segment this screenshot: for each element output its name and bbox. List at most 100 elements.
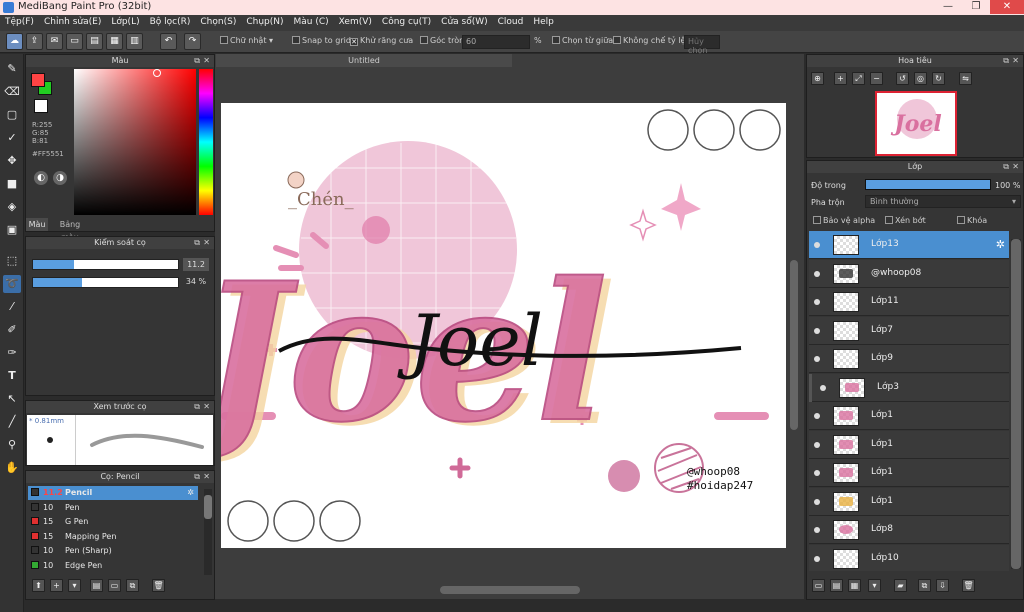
- maximize-button[interactable]: ❐: [962, 0, 990, 14]
- flip-icon[interactable]: ⇋: [959, 72, 972, 85]
- layer-folder-icon[interactable]: ▰: [894, 579, 907, 592]
- layer-row[interactable]: Lớp3: [809, 373, 1009, 402]
- add-brush-cloud-icon[interactable]: ⬆: [32, 579, 45, 592]
- layer-row[interactable]: Lớp7: [809, 316, 1009, 345]
- visibility-eye-icon[interactable]: [814, 555, 820, 562]
- menu-file[interactable]: Tệp(F): [0, 15, 39, 29]
- hand-tool-icon[interactable]: ✋: [3, 459, 21, 477]
- fill-rect-tool-icon[interactable]: ■: [3, 175, 21, 193]
- brush-list-item[interactable]: 10 Pen: [28, 501, 198, 515]
- chat-icon[interactable]: ✉: [46, 33, 63, 50]
- add-layer-menu-icon[interactable]: ▾: [868, 579, 881, 592]
- layer-row[interactable]: Lớp13 ✲: [809, 231, 1009, 259]
- new-layer-icon[interactable]: ▭: [812, 579, 825, 592]
- menu-view[interactable]: Xem(V): [334, 15, 377, 29]
- layer-row[interactable]: Lớp1: [809, 459, 1009, 487]
- close-panel-icon[interactable]: ✕: [1012, 55, 1019, 67]
- brush-list-item[interactable]: 10 Edge Pen: [28, 559, 198, 573]
- brush-opacity-slider[interactable]: [32, 277, 179, 288]
- detach-icon[interactable]: ⧉: [194, 237, 200, 249]
- minimize-button[interactable]: —: [934, 0, 962, 14]
- folder-icon[interactable]: ▭: [108, 579, 121, 592]
- protect-alpha-checkbox[interactable]: Bảo vệ alpha: [813, 216, 875, 225]
- delete-icon[interactable]: 🗑: [152, 579, 165, 592]
- lock-checkbox[interactable]: Khóa: [957, 216, 987, 225]
- redo-icon[interactable]: ↷: [184, 33, 201, 50]
- menu-layer[interactable]: Lớp(L): [106, 15, 144, 29]
- menu-edit[interactable]: Chỉnh sửa(E): [39, 15, 106, 29]
- select-eraser-tool-icon[interactable]: ✑: [3, 344, 21, 362]
- bucket-tool-icon[interactable]: ◈: [3, 198, 21, 216]
- menu-color[interactable]: Màu (C): [289, 15, 334, 29]
- text-tool-icon[interactable]: T: [3, 367, 21, 385]
- color-picker-handle[interactable]: [153, 69, 161, 77]
- transparent-swatch[interactable]: [34, 99, 48, 113]
- panels-icon[interactable]: ▥: [126, 33, 143, 50]
- detach-icon[interactable]: ⧉: [1003, 55, 1009, 67]
- new-8bit-layer-icon[interactable]: ▦: [848, 579, 861, 592]
- visibility-eye-icon[interactable]: [814, 327, 820, 334]
- brush-list-item[interactable]: 15 Mapping Pen: [28, 530, 198, 544]
- brush-size-value[interactable]: 11.2: [183, 258, 209, 271]
- close-panel-icon[interactable]: ✕: [1012, 161, 1019, 173]
- layer-row[interactable]: Lớp8: [809, 516, 1009, 544]
- visibility-eye-icon[interactable]: [814, 441, 820, 448]
- visibility-eye-icon[interactable]: [814, 356, 820, 362]
- round-corner-checkbox[interactable]: Góc tròn: [420, 36, 464, 45]
- menu-snap[interactable]: Chụp(N): [241, 15, 288, 29]
- fit-icon[interactable]: ⤢: [852, 72, 865, 85]
- close-button[interactable]: ✕: [990, 0, 1024, 14]
- visibility-eye-icon[interactable]: [814, 242, 820, 248]
- lasso-tool-icon[interactable]: ➰: [3, 275, 21, 293]
- layer-row[interactable]: Lớp10: [809, 544, 1009, 571]
- navigator-thumbnail[interactable]: Joel: [875, 91, 957, 156]
- layer-opacity-slider[interactable]: [865, 179, 991, 190]
- layer-row[interactable]: Lớp9: [809, 345, 1009, 373]
- visibility-eye-icon[interactable]: [820, 384, 826, 391]
- brush-list-item[interactable]: 15 G Pen: [28, 515, 198, 529]
- menu-help[interactable]: Help: [528, 15, 559, 29]
- visibility-eye-icon[interactable]: [814, 470, 820, 476]
- detach-icon[interactable]: ⧉: [194, 55, 200, 67]
- undo-icon[interactable]: ↶: [160, 33, 177, 50]
- tab-color[interactable]: Màu: [26, 218, 48, 231]
- select-from-center-checkbox[interactable]: Chọn từ giữa: [552, 36, 613, 45]
- page-icon[interactable]: ▤: [86, 33, 103, 50]
- reset-rotate-icon[interactable]: ◎: [914, 72, 927, 85]
- deselect-button[interactable]: Hủy chọn: [684, 35, 720, 55]
- visibility-eye-icon[interactable]: [814, 498, 820, 505]
- lock-ratio-checkbox[interactable]: Không chế tỷ lệ: [613, 36, 685, 45]
- layer-list-scrollbar[interactable]: [1011, 239, 1021, 569]
- brush-size-slider[interactable]: [32, 259, 179, 270]
- round-corner-value-field[interactable]: 60: [462, 35, 530, 49]
- close-panel-icon[interactable]: ✕: [203, 55, 210, 67]
- close-panel-icon[interactable]: ✕: [203, 237, 210, 249]
- eraser-tool-icon[interactable]: ⌫: [3, 83, 21, 101]
- share-icon[interactable]: ⇪: [26, 33, 43, 50]
- merge-layer-icon[interactable]: ⇩: [936, 579, 949, 592]
- menu-filter[interactable]: Bộ lọc(R): [145, 15, 196, 29]
- visibility-eye-icon[interactable]: [814, 413, 820, 419]
- brush-list-item[interactable]: 10 Pen (Sharp): [28, 544, 198, 558]
- rotate-left-icon[interactable]: ↺: [896, 72, 909, 85]
- select-tool-icon[interactable]: ⬚: [3, 252, 21, 270]
- detach-icon[interactable]: ⧉: [194, 471, 200, 483]
- blend-mode-select[interactable]: Bình thường ▾: [865, 195, 1021, 208]
- visibility-eye-icon[interactable]: [814, 299, 820, 305]
- visibility-eye-icon[interactable]: [814, 527, 820, 533]
- comment-icon[interactable]: ▭: [66, 33, 83, 50]
- gear-icon[interactable]: ✲: [187, 486, 194, 500]
- menu-select[interactable]: Chọn(S): [195, 15, 241, 29]
- menu-cloud[interactable]: Cloud: [493, 15, 529, 29]
- layer-settings-gear-icon[interactable]: ✲: [996, 238, 1005, 251]
- zoom-out-icon[interactable]: −: [870, 72, 883, 85]
- horizontal-scrollbar-thumb[interactable]: [440, 586, 580, 594]
- palette-swap-icon[interactable]: ◑: [53, 171, 67, 185]
- selection-shape-dropdown[interactable]: Chữ nhật ▾: [220, 36, 273, 45]
- magic-wand-tool-icon[interactable]: ⁄: [3, 298, 21, 316]
- close-panel-icon[interactable]: ✕: [203, 401, 210, 413]
- new-brush-icon[interactable]: +: [50, 579, 63, 592]
- brush-settings-icon[interactable]: ▤: [90, 579, 103, 592]
- primary-color-swatch[interactable]: [31, 73, 45, 87]
- snap-to-grid-checkbox[interactable]: Snap to grid: [292, 36, 351, 45]
